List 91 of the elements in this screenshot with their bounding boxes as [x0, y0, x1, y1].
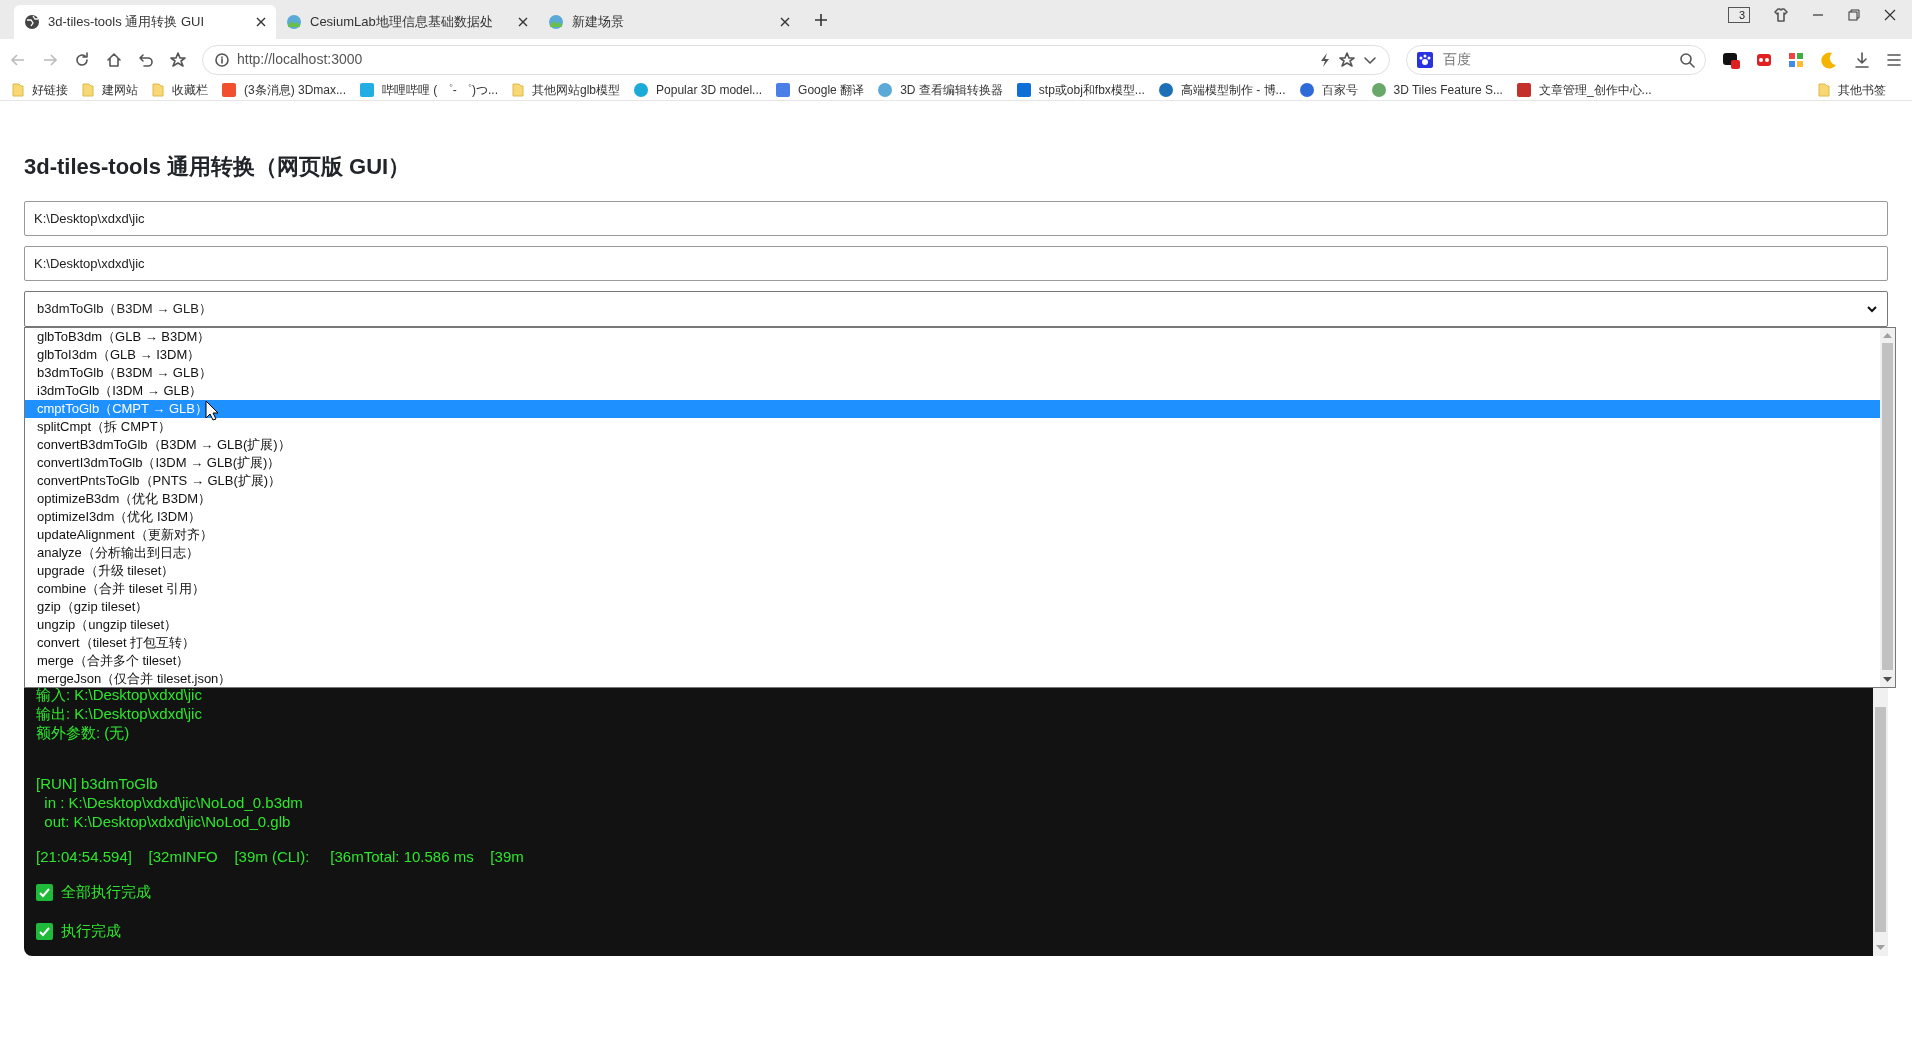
info-icon: [215, 52, 229, 67]
new-tab-icon[interactable]: [814, 13, 828, 27]
log-line: 执行完成: [61, 921, 121, 941]
log-line: [RUN] b3dmToGlb: [36, 774, 159, 793]
bookmark[interactable]: 好链接: [12, 81, 68, 99]
scroll-down-icon[interactable]: [1883, 677, 1892, 682]
paw-icon: [1417, 51, 1433, 68]
dropdown-option[interactable]: mergeJson（仅合并 tileset.json）: [25, 670, 1880, 688]
check-icon: [36, 922, 53, 940]
bookmark[interactable]: 其他书签: [1818, 81, 1886, 99]
folder-icon: [12, 83, 24, 97]
download-icon[interactable]: [1854, 51, 1870, 68]
log-line: [21:04:54.594] [32mINFO [39m (CLI): [36mTotal: 10.586 ms [39m: [36, 847, 525, 866]
close-icon[interactable]: [1884, 9, 1896, 21]
close-icon[interactable]: [518, 17, 528, 27]
browser-tab[interactable]: 3d-tiles-tools 通用转换 GUI: [14, 5, 276, 39]
dropdown-option[interactable]: optimizeB3dm（优化 B3DM）: [25, 490, 1880, 508]
log-line: out: K:\Desktop\xdxd\jic\NoLod_0.glb: [43, 812, 292, 831]
dropdown-option[interactable]: combine（合并 tileset 引用）: [25, 580, 1880, 598]
star-icon[interactable]: [170, 51, 186, 68]
bookmark[interactable]: 3D Tiles Feature S...: [1371, 81, 1503, 99]
star-icon[interactable]: [1339, 51, 1355, 68]
tab-title: 3d-tiles-tools 通用转换 GUI: [48, 13, 206, 32]
undo-icon[interactable]: [138, 51, 154, 68]
extension-icon[interactable]: [1722, 50, 1740, 69]
search-icon[interactable]: [1679, 51, 1695, 68]
command-select[interactable]: b3dmToGlb（B3DM → GLB）: [24, 291, 1888, 327]
scrollbar-thumb[interactable]: [1875, 707, 1886, 932]
check-icon: [36, 883, 53, 901]
dropdown-option[interactable]: upgrade（升级 tileset）: [25, 562, 1880, 580]
dropdown-option[interactable]: convertI3dmToGlb（I3DM → GLB(扩展)）: [25, 454, 1880, 472]
log-line: 输出: K:\Desktop\xdxd\jic: [36, 704, 203, 723]
bookmark[interactable]: 建网站: [82, 81, 138, 99]
dropdown-option[interactable]: glbToB3dm（GLB → B3DM）: [25, 328, 1880, 346]
tab-title: 新建场景: [572, 13, 625, 32]
log-line: 额外参数: (无): [36, 723, 131, 742]
chevron-down-icon: [1866, 303, 1878, 315]
close-icon[interactable]: [256, 17, 266, 27]
bookmark[interactable]: (3条消息) 3Dmax...: [222, 81, 346, 99]
bookmark[interactable]: stp或obj和fbx模型...: [1016, 81, 1145, 99]
search-field[interactable]: 百度: [1441, 48, 1671, 71]
close-icon[interactable]: [780, 17, 790, 27]
home-icon[interactable]: [106, 51, 122, 68]
grid-icon[interactable]: [1788, 51, 1804, 68]
tab-count[interactable]: 3: [1727, 7, 1750, 23]
dropdown-option[interactable]: glbToI3dm（GLB → I3DM）: [25, 346, 1880, 364]
restore-icon[interactable]: [1848, 9, 1860, 21]
dropdown-option[interactable]: convert（tileset 打包互转）: [25, 634, 1880, 652]
dropdown-option[interactable]: merge（合并多个 tileset）: [25, 652, 1880, 670]
bookmark[interactable]: 其他网站glb模型: [512, 81, 621, 99]
url-text: http://localhost:3000: [237, 50, 364, 69]
menu-icon[interactable]: [1886, 51, 1902, 68]
scrollbar-thumb[interactable]: [1882, 343, 1893, 670]
dropdown-option[interactable]: updateAlignment（更新对齐）: [25, 526, 1880, 544]
dropdown-option[interactable]: convertB3dmToGlb（B3DM → GLB(扩展)）: [25, 436, 1880, 454]
dropdown-option[interactable]: ungzip（ungzip tileset）: [25, 616, 1880, 634]
globe-icon: [286, 14, 302, 30]
bookmark[interactable]: Popular 3D model...: [634, 81, 763, 99]
log-line: 全部执行完成: [61, 882, 151, 902]
globe-icon: [24, 14, 40, 30]
tab-title: CesiumLab地理信息基础数据处: [310, 13, 494, 32]
bookmark[interactable]: 哔哩哔哩 ( ゜- ゜)つ...: [360, 81, 498, 99]
bookmark[interactable]: 高端模型制作 - 博...: [1158, 81, 1286, 99]
dropdown-option[interactable]: optimizeI3dm（优化 I3DM）: [25, 508, 1880, 526]
dropdown-option[interactable]: convertPntsToGlb（PNTS → GLB(扩展)）: [25, 472, 1880, 490]
dropdown-option[interactable]: b3dmToGlb（B3DM → GLB）: [25, 364, 1880, 382]
folder-icon: [1818, 83, 1830, 97]
dropdown-option[interactable]: i3dmToGlb（I3DM → GLB）: [25, 382, 1880, 400]
bookmark[interactable]: 3D 查看编辑转换器: [878, 81, 1003, 99]
scrollbar[interactable]: [1880, 328, 1895, 687]
bookmark[interactable]: 收藏栏: [152, 81, 208, 99]
log-line: 输入: K:\Desktop\xdxd\jic: [36, 686, 203, 704]
dropdown-option[interactable]: gzip（gzip tileset）: [25, 598, 1880, 616]
input-field[interactable]: K:\Desktop\xdxd\jic: [24, 201, 1888, 236]
bookmark[interactable]: Google 翻译: [776, 81, 865, 99]
cursor-icon: [205, 400, 219, 421]
log-line: in : K:\Desktop\xdxd\jic\NoLod_0.b3dm: [43, 793, 304, 812]
dropdown-option[interactable]: analyze（分析输出到日志）: [25, 544, 1880, 562]
page-title: 3d-tiles-tools 通用转换（网页版 GUI）: [24, 153, 412, 180]
browser-tab[interactable]: CesiumLab地理信息基础数据处: [276, 5, 538, 39]
folder-icon: [152, 83, 164, 97]
input-field[interactable]: K:\Desktop\xdxd\jic: [24, 246, 1888, 281]
globe-icon: [548, 14, 564, 30]
reload-icon[interactable]: [74, 51, 90, 68]
folder-icon: [512, 83, 524, 97]
bookmark[interactable]: 百家号: [1299, 81, 1358, 99]
folder-icon: [82, 83, 94, 97]
dropdown-option[interactable]: splitCmpt（拆 CMPT）: [25, 418, 1880, 436]
browser-tab[interactable]: 新建场景: [538, 5, 800, 39]
shirt-icon[interactable]: [1774, 8, 1788, 22]
bookmark[interactable]: 文章管理_创作中心...: [1516, 81, 1652, 99]
